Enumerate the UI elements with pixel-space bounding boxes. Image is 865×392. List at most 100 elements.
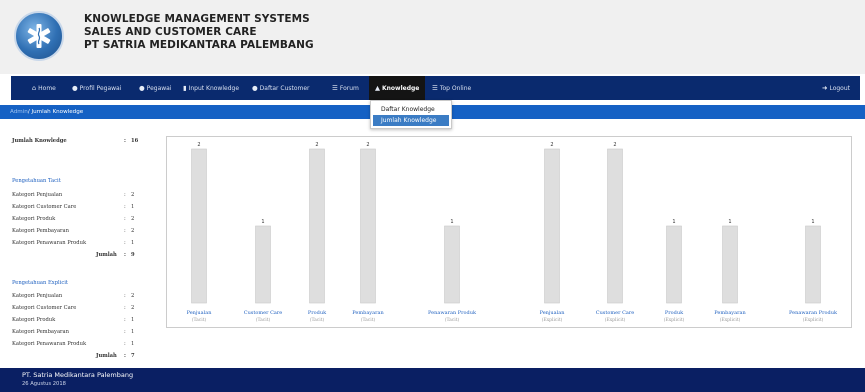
tacit-sum-label: Jumlah (96, 252, 117, 258)
chart-value-label: 2 (366, 142, 369, 148)
chart-category-label: Penawaran Produk (428, 310, 477, 316)
chart-bar (191, 148, 207, 304)
chart-category-label: Produk (665, 310, 684, 316)
chart-category-sublabel: (Explicit) (664, 316, 685, 323)
explicit-row: Kategori Penjualan:2 (12, 293, 162, 303)
explicit-row: Kategori Penawaran Produk:1 (12, 341, 162, 351)
tacit-row: Kategori Produk:2 (12, 216, 162, 226)
nav-pegawai-label: Pegawai (146, 85, 172, 92)
tacit-row-value: 2 (131, 228, 135, 234)
nav-logout-label: Logout (829, 85, 850, 92)
tacit-row: Kategori Pembayaran:2 (12, 228, 162, 238)
explicit-row: Kategori Customer Care:2 (12, 305, 162, 315)
chart-bar (544, 148, 560, 304)
colon: : (124, 293, 126, 299)
chart-bar (444, 225, 460, 304)
tacit-row: Kategori Penjualan:2 (12, 192, 162, 202)
total-label: Jumlah Knowledge (12, 138, 67, 144)
chart-category-sublabel: (Tacit) (192, 316, 207, 323)
chart-category-label: Pembayaran (352, 310, 384, 316)
nav-home[interactable]: ⌂ Home (32, 76, 56, 100)
colon: : (124, 341, 126, 347)
chart-bar (309, 148, 325, 304)
nav-forum-label: Forum (339, 85, 359, 92)
logout-icon: ➜ (822, 84, 828, 92)
tacit-row-label: Kategori Customer Care (12, 204, 77, 210)
chart-bar (255, 225, 271, 304)
nav-logout[interactable]: ➜ Logout (822, 76, 850, 100)
chart-value-label: 1 (672, 219, 675, 225)
nav-input-knowledge[interactable]: ▮ Input Knowledge (183, 76, 239, 100)
brand-title: KNOWLEDGE MANAGEMENT SYSTEMS SALES AND C… (84, 13, 314, 52)
nav-top-online-label: Top Online (439, 85, 472, 92)
tacit-row: Kategori Penawaran Produk:1 (12, 240, 162, 250)
breadcrumb-admin-link[interactable]: Admin (10, 109, 28, 115)
tacit-row-value: 2 (131, 192, 135, 198)
tacit-row-label: Kategori Penjualan (12, 192, 63, 198)
chart-category-label: Customer Care (596, 310, 635, 316)
tacit-row-value: 1 (131, 204, 135, 210)
nav-top-online[interactable]: ☰ Top Online (432, 76, 471, 100)
chart-category-sublabel: (Explicit) (803, 316, 824, 323)
nav-knowledge[interactable]: ▲ Knowledge (369, 76, 426, 100)
colon: : (124, 138, 126, 144)
footer-company: PT. Satria Medikantara Palembang (22, 371, 134, 379)
explicit-row: Kategori Pembayaran:1 (12, 329, 162, 339)
list-icon: ☰ (432, 84, 438, 92)
chart-category-sublabel: (Explicit) (542, 316, 563, 323)
chart-category-sublabel: (Tacit) (310, 316, 325, 323)
explicit-row-value: 2 (131, 293, 135, 299)
chart-category-sublabel: (Explicit) (720, 316, 741, 323)
tacit-row: Kategori Customer Care:1 (12, 204, 162, 214)
chart-category-label: Customer Care (244, 310, 283, 316)
nav-profil-pegawai[interactable]: ● Profil Pegawai (72, 76, 121, 100)
colon: : (124, 240, 126, 246)
document-icon: ▮ (183, 84, 187, 92)
nav-daftar-customer[interactable]: ● Daftar Customer (252, 76, 310, 100)
explicit-row-value: 1 (131, 317, 135, 323)
explicit-sum-row: Jumlah:7 (12, 353, 162, 363)
chart-category-label: Penjualan (540, 310, 566, 316)
chart-category-label: Penjualan (187, 310, 213, 316)
home-icon: ⌂ (32, 84, 37, 92)
nav-profil-label: Profil Pegawai (79, 85, 122, 92)
explicit-row-label: Kategori Pembayaran (12, 329, 69, 335)
nav-forum[interactable]: ☰ Forum (332, 76, 359, 100)
nav-daftar-customer-label: Daftar Customer (259, 85, 310, 92)
list-icon: ☰ (332, 84, 338, 92)
user-icon: ● (139, 84, 145, 92)
chart-category-sublabel: (Tacit) (361, 316, 376, 323)
title-line-1: KNOWLEDGE MANAGEMENT SYSTEMS (84, 13, 310, 25)
title-line-3: PT SATRIA MEDIKANTARA PALEMBANG (84, 39, 314, 51)
main-navbar: ⌂ Home ● Profil Pegawai ● Pegawai ▮ Input Kn… (11, 76, 860, 100)
footer-date: 26 Agustus 2018 (22, 381, 66, 387)
colon: : (124, 353, 126, 359)
colon: : (124, 204, 126, 210)
colon: : (124, 228, 126, 234)
explicit-row-label: Kategori Penjualan (12, 293, 63, 299)
chart-bar (360, 148, 376, 304)
explicit-row-label: Kategori Produk (12, 317, 56, 323)
chart-value-label: 1 (811, 219, 814, 225)
explicit-row-value: 1 (131, 329, 135, 335)
chart-bar (722, 225, 738, 304)
user-icon: ● (252, 84, 258, 92)
nav-pegawai[interactable]: ● Pegawai (139, 76, 172, 100)
tacit-section-title: Pengetahuan Tacit (12, 178, 61, 184)
knowledge-dropdown-menu: Daftar Knowledge Jumlah Knowledge (370, 100, 452, 129)
nav-knowledge-label: Knowledge (382, 85, 420, 92)
chart-value-label: 2 (550, 142, 553, 148)
explicit-row-label: Kategori Customer Care (12, 305, 77, 311)
explicit-row: Kategori Produk:1 (12, 317, 162, 327)
nav-input-label: Input Knowledge (188, 85, 240, 92)
explicit-row-label: Kategori Penawaran Produk (12, 341, 87, 347)
tacit-sum-value: 9 (131, 252, 135, 258)
chart-bar (805, 225, 821, 304)
colon: : (124, 216, 126, 222)
site-footer: PT. Satria Medikantara Palembang 26 Agus… (0, 368, 865, 392)
dropdown-item-jumlah-knowledge[interactable]: Jumlah Knowledge (373, 115, 449, 126)
dropdown-item-daftar-knowledge[interactable]: Daftar Knowledge (373, 104, 449, 115)
colon: : (124, 192, 126, 198)
total-value: 16 (131, 138, 139, 144)
explicit-sum-label: Jumlah (96, 353, 117, 359)
